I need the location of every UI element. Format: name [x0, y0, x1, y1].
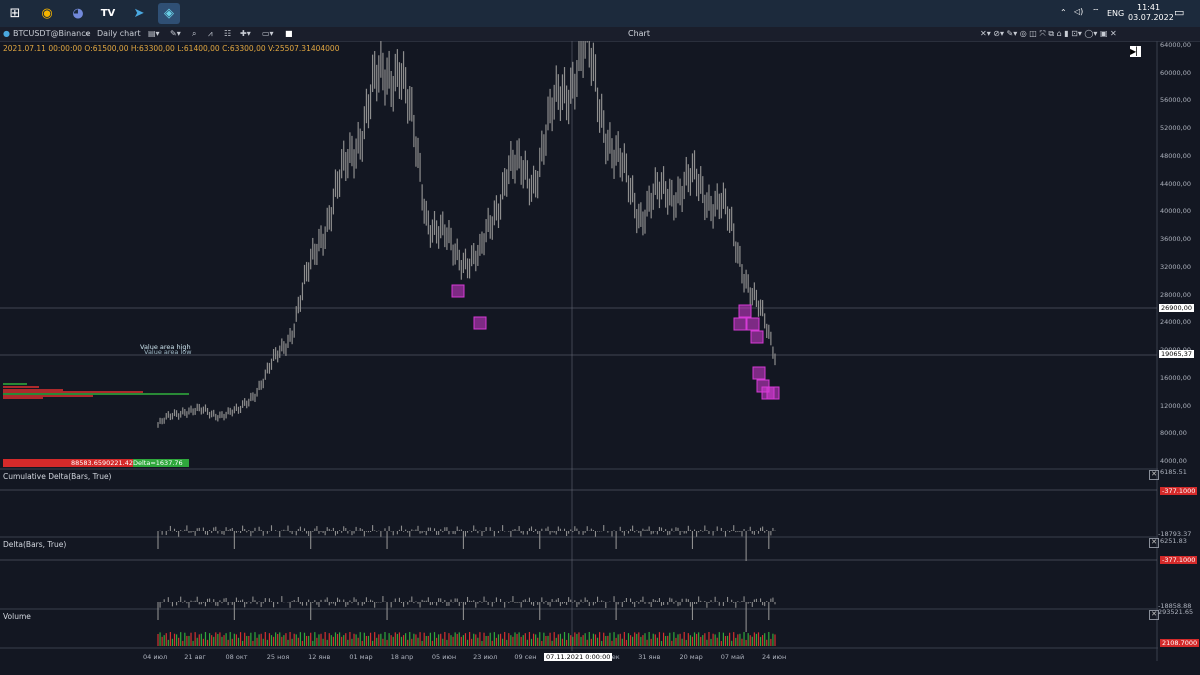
- price-tick-label: 28000,00: [1160, 290, 1192, 299]
- time-tick-label: 25 ноя: [266, 653, 290, 661]
- price-tick-label: 4000,00: [1160, 457, 1187, 465]
- search-icon[interactable]: ⌕: [85, 27, 89, 41]
- signal-marker: [451, 284, 465, 298]
- volume-profile-bar: [3, 386, 39, 388]
- volume-totals: 88583.6590221.42: [3, 459, 133, 467]
- windows-icon[interactable]: ⊞: [4, 3, 26, 24]
- volume-profile-bar: [3, 397, 43, 399]
- taskbar: ⊞ ◉ ◕ TV ➤ ◈ ⌃ ◁) ⌔ ENG 11:41 03.07.2022…: [0, 0, 1200, 27]
- chevron-up-icon[interactable]: ⌃: [1060, 8, 1067, 17]
- delta-total: Delta=1637.76: [133, 459, 189, 467]
- price-tick-label: 64000,00: [1160, 41, 1192, 49]
- value-area-low-label: Value area low: [144, 348, 192, 356]
- signal-marker: [752, 366, 766, 380]
- price-tick-label: 52000,00: [1160, 124, 1192, 133]
- fill-icon[interactable]: ■: [285, 27, 293, 41]
- symbol-selector[interactable]: BTCUSDT@Binance: [13, 27, 91, 41]
- price-tick-label: 56000,00: [1160, 96, 1192, 105]
- chart-toolbar: ● BTCUSDT@Binance ⌕ Daily chart ▤▾ ✎▾ ⌕ …: [0, 27, 1200, 42]
- time-tick-label: 09 сен: [514, 653, 537, 661]
- delta-title: Delta(Bars, True): [3, 540, 67, 549]
- cursor-time-tag: 07.11.2021 0:00:00: [544, 653, 613, 661]
- price-tick-label: 40000,00: [1160, 207, 1192, 216]
- chart-type-icon[interactable]: ▤▾: [148, 27, 160, 41]
- signal-marker: [738, 304, 752, 318]
- discord-icon[interactable]: ◕: [67, 3, 89, 24]
- signal-marker: [746, 317, 760, 331]
- time-tick-label: 31 янв: [638, 653, 661, 661]
- clock-date[interactable]: 03.07.2022: [1128, 13, 1174, 22]
- tradingview-icon[interactable]: TV: [97, 3, 119, 24]
- price-tick-label: 36000,00: [1160, 235, 1192, 244]
- price-tick-label: 60000,00: [1160, 68, 1192, 77]
- price-tick-label: 44000,00: [1160, 179, 1192, 188]
- timeframe-selector[interactable]: Daily chart: [97, 27, 141, 41]
- network-icon[interactable]: ⌔: [1092, 7, 1100, 17]
- tools-right-icons[interactable]: ✕▾ ⊘▾ ✎▾ ◎ ◫ ⤧ ⧉ ⌂ ▮ ⊡▾ ◯▾ ▣ ✕: [980, 27, 1117, 41]
- time-tick-label: 07 май: [720, 653, 745, 661]
- time-tick-label: 12 янв: [308, 653, 331, 661]
- cursor-price-tag: 19065,37: [1159, 350, 1195, 358]
- chart-canvas[interactable]: [0, 41, 1200, 675]
- telegram-icon[interactable]: ➤: [128, 3, 150, 24]
- chart-title: Chart: [628, 29, 650, 38]
- cumdelta-last-tag: -377.1000: [1160, 487, 1198, 495]
- price-tick-label: 8000,00: [1160, 429, 1187, 438]
- volume-icon[interactable]: ◁): [1074, 7, 1083, 16]
- time-tick-label: 24 июн: [762, 653, 787, 661]
- signal-marker: [473, 316, 487, 330]
- notification-icon[interactable]: ▭: [1174, 6, 1184, 19]
- volume-profile-bar: [3, 383, 27, 385]
- time-tick-label: 04 июл: [143, 653, 168, 661]
- chart-area[interactable]: 2021.07.11 00:00:00 O:61500,00 H:63300,0…: [0, 41, 1200, 675]
- price-tick-label: 32000,00: [1160, 262, 1192, 271]
- delta-last-tag: -377.1000: [1160, 556, 1198, 564]
- price-tick-label: 16000,00: [1160, 373, 1192, 382]
- time-tick-label: 01 мар: [349, 653, 373, 661]
- price-tick-label: 48000,00: [1160, 151, 1192, 160]
- time-tick-label: 20 мар: [679, 653, 703, 661]
- volume-profile-bar: [3, 395, 93, 397]
- time-tick-label: 05 июн: [431, 653, 457, 661]
- price-tick-label: 24000,00: [1160, 318, 1192, 327]
- delta-scale-top: 6251.83: [1160, 537, 1187, 545]
- volume-last-tag: 2108.7000: [1160, 639, 1200, 647]
- volume-profile-bar: [3, 389, 63, 391]
- time-tick-label: 23 июл: [473, 653, 498, 661]
- volume-title: Volume: [3, 612, 31, 621]
- close-pane-icon[interactable]: ✕: [1149, 470, 1159, 480]
- rect-tool-icon[interactable]: ▭▾: [262, 27, 274, 41]
- signal-marker: [766, 386, 780, 400]
- volume-profile-bar: [3, 391, 143, 393]
- time-tick-label: 18 апр: [390, 653, 414, 661]
- clock-time[interactable]: 11:41: [1137, 3, 1160, 12]
- volume-scale-top: 293521.65: [1158, 608, 1194, 616]
- layout-icon[interactable]: ☷: [224, 27, 231, 41]
- language-indicator[interactable]: ENG: [1107, 9, 1124, 18]
- current-price-tag: 26900,00: [1159, 304, 1195, 312]
- cumdelta-scale-top: 6185.51: [1160, 468, 1187, 476]
- time-tick-label: 21 авг: [184, 653, 206, 661]
- zoom-icon[interactable]: ⌕: [192, 27, 196, 41]
- signal-marker: [750, 330, 764, 344]
- cumdelta-title: Cumulative Delta(Bars, True): [3, 472, 112, 481]
- draw-tool-icon[interactable]: ✎▾: [170, 27, 181, 41]
- time-tick-label: 08 окт: [225, 653, 248, 661]
- chrome-icon[interactable]: ◉: [36, 3, 58, 24]
- close-pane-icon[interactable]: ✕: [1149, 538, 1159, 548]
- price-tick-label: 12000,00: [1160, 401, 1192, 410]
- indicators-icon[interactable]: ⩘: [208, 27, 213, 41]
- volume-profile-bar: [3, 393, 189, 395]
- terminal-icon[interactable]: ◈: [158, 3, 180, 24]
- symbol-icon: ●: [3, 29, 10, 38]
- signal-marker: [733, 317, 747, 331]
- crosshair-icon[interactable]: ✚▾: [240, 27, 251, 41]
